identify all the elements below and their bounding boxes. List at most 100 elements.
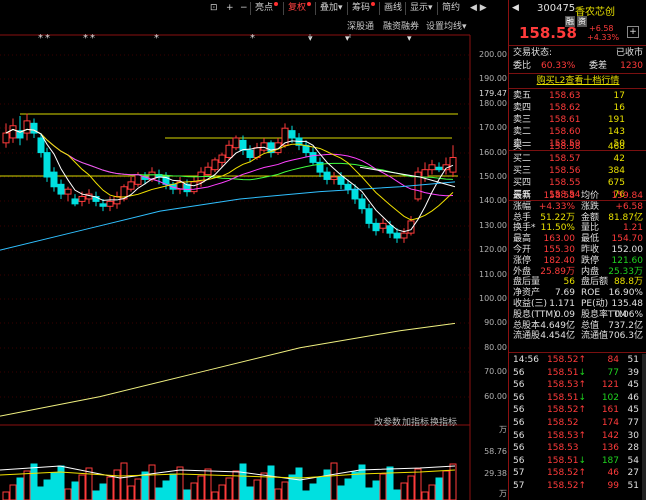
volume-bar-down [365, 487, 373, 500]
display-button[interactable]: 显示▾ [407, 2, 436, 15]
add-indicator-button[interactable]: 加指标 [402, 415, 429, 428]
volume-bar-down [99, 483, 107, 500]
overlay-button[interactable]: 叠加▾ [317, 2, 346, 15]
tick-volume: 161 [601, 405, 619, 416]
tick-volume: 102 [601, 392, 619, 403]
candle-down [239, 139, 247, 151]
volume-bar-up [400, 482, 408, 500]
tick-price: 158.51↓ [547, 367, 587, 378]
tick-row[interactable]: 56 158.51↓ 77 39 [509, 367, 646, 379]
price-tick: 60.00 [484, 391, 507, 401]
stat-value: 706.3亿 [608, 331, 643, 342]
stat-label: 流通股 [513, 331, 541, 342]
zoom-in-icon[interactable]: + [223, 2, 237, 15]
volume-bar-down [337, 485, 345, 500]
nav-reset-icon[interactable]: ⊡ [207, 2, 221, 15]
candle-up [134, 174, 142, 185]
zoom-out-icon[interactable]: − [237, 2, 251, 15]
tick-row[interactable]: 56 158.53↑ 142 30 [509, 430, 646, 442]
bid-volume: 675 [607, 178, 625, 188]
event-marker: * [45, 33, 50, 44]
volume-bar-down [71, 481, 79, 500]
add-watchlist-button[interactable]: + [627, 26, 639, 38]
highlight-button[interactable]: 亮点 [252, 2, 281, 15]
candle-up [428, 164, 436, 171]
volume-bar-up [78, 474, 86, 500]
volume-bar-up [85, 467, 93, 500]
volume-bar-down [37, 486, 45, 500]
price-change-pct: +4.33% [587, 33, 620, 42]
tick-row[interactable]: 14:56 158.52↑ 84 51 [509, 354, 646, 366]
tick-scrollbar[interactable] [642, 354, 646, 500]
kline-chart-area[interactable]: * * * * * * ▾ ▾ ▾ ⊡ + − 亮点 复权 叠加▾ 筹码 画线 显示▾ 简约 ◀… [0, 0, 508, 500]
tick-price: 158.52↑ [547, 468, 587, 479]
bid-row[interactable]: 买四 158.55 675 [509, 177, 646, 189]
margin-label[interactable]: 融资融券 [383, 19, 419, 32]
bid-row[interactable]: 买三 158.56 384 [509, 165, 646, 177]
panel-collapse-icon[interactable]: ◀ [512, 3, 519, 13]
volume-bar-up [379, 473, 387, 500]
volume-bar-up [148, 464, 156, 500]
tick-row[interactable]: 56 158.52↑ 161 45 [509, 404, 646, 416]
tick-price: 158.52↑ [547, 405, 587, 416]
tick-row[interactable]: 56 158.51↓ 187 54 [509, 455, 646, 467]
tick-row[interactable]: 56 158.53 136 28 [509, 442, 646, 454]
tick-price: 158.52↑ [547, 481, 587, 491]
switch-indicator-button[interactable]: 换指标 [430, 415, 457, 428]
volume-bar-up [407, 475, 415, 500]
tick-volume: 46 [607, 468, 619, 479]
candle-down [435, 166, 443, 171]
ask-row[interactable]: 卖五 158.63 17 [509, 90, 646, 102]
volume-bar-up [190, 482, 198, 500]
volume-bar-up [274, 488, 282, 500]
volume-bar-down [43, 479, 51, 500]
volume-bar-up [218, 484, 226, 500]
tick-row[interactable]: 56 158.52 174 77 [509, 417, 646, 429]
edit-params-button[interactable]: 改参数 [374, 415, 401, 428]
bid-price: 158.57 [549, 154, 581, 164]
status-row: 交易状态: 已收市 [513, 48, 643, 58]
volume-bar-down [344, 478, 352, 500]
last-price: 158.58 [519, 24, 577, 42]
quote-panel: 300475 香农芯创 融 资 158.58 +6.58 +4.33% + ◀ … [508, 0, 646, 500]
tick-price: 158.52↑ [547, 355, 587, 365]
ask-price: 158.63 [549, 91, 581, 101]
simple-button[interactable]: 简约 [439, 2, 463, 15]
tick-time: 56 [513, 443, 525, 454]
tick-count: 39 [627, 367, 639, 378]
candle-up [106, 200, 114, 207]
toolbar-menu-icon[interactable]: ◀ ▶ [467, 2, 490, 15]
price-tick: 190.00 [479, 74, 507, 84]
candle-down [351, 188, 359, 200]
volume-bar-down [393, 489, 401, 500]
ask-row[interactable]: 卖四 158.62 16 [509, 102, 646, 114]
tick-row[interactable]: 56 158.53↑ 121 45 [509, 379, 646, 391]
draw-line-button[interactable]: 画线 [381, 2, 405, 15]
ask-row[interactable]: 卖二 158.60 143 [509, 126, 646, 138]
tick-time: 56 [513, 392, 525, 403]
hk-connect-label[interactable]: 深股通 [347, 19, 374, 32]
price-tick: 70.00 [484, 367, 507, 377]
bid-row[interactable]: 买二 158.57 42 [509, 153, 646, 165]
candle-down [309, 152, 317, 163]
candle-down [337, 176, 345, 185]
volume-bar-up [330, 462, 338, 500]
bid-row[interactable]: 买一 158.58 468 [509, 141, 646, 153]
ask-row[interactable]: 卖三 158.61 191 [509, 114, 646, 126]
set-ma-label[interactable]: 设置均线▾ [426, 19, 467, 32]
l2-banner[interactable]: 购买L2查看十档行情 [509, 75, 646, 87]
fuquan-button[interactable]: 复权 [285, 2, 314, 15]
tick-row[interactable]: 56 158.51↓ 102 46 [509, 392, 646, 404]
tick-row[interactable]: 57 158.52↑ 46 27 [509, 467, 646, 479]
tick-volume: 142 [601, 430, 619, 441]
tick-time: 57 [513, 481, 525, 491]
tick-row[interactable]: 57 158.52↑ 99 51 [509, 480, 646, 492]
price-tick: 140.00 [479, 196, 507, 206]
chips-button[interactable]: 筹码 [349, 2, 378, 15]
bid-label: 买一 [513, 142, 532, 152]
price-tick: 180.00 [479, 98, 507, 108]
tick-time: 56 [513, 380, 525, 391]
candle-up [218, 154, 226, 163]
candle-down [386, 225, 394, 234]
ask-price: 158.62 [549, 103, 581, 113]
